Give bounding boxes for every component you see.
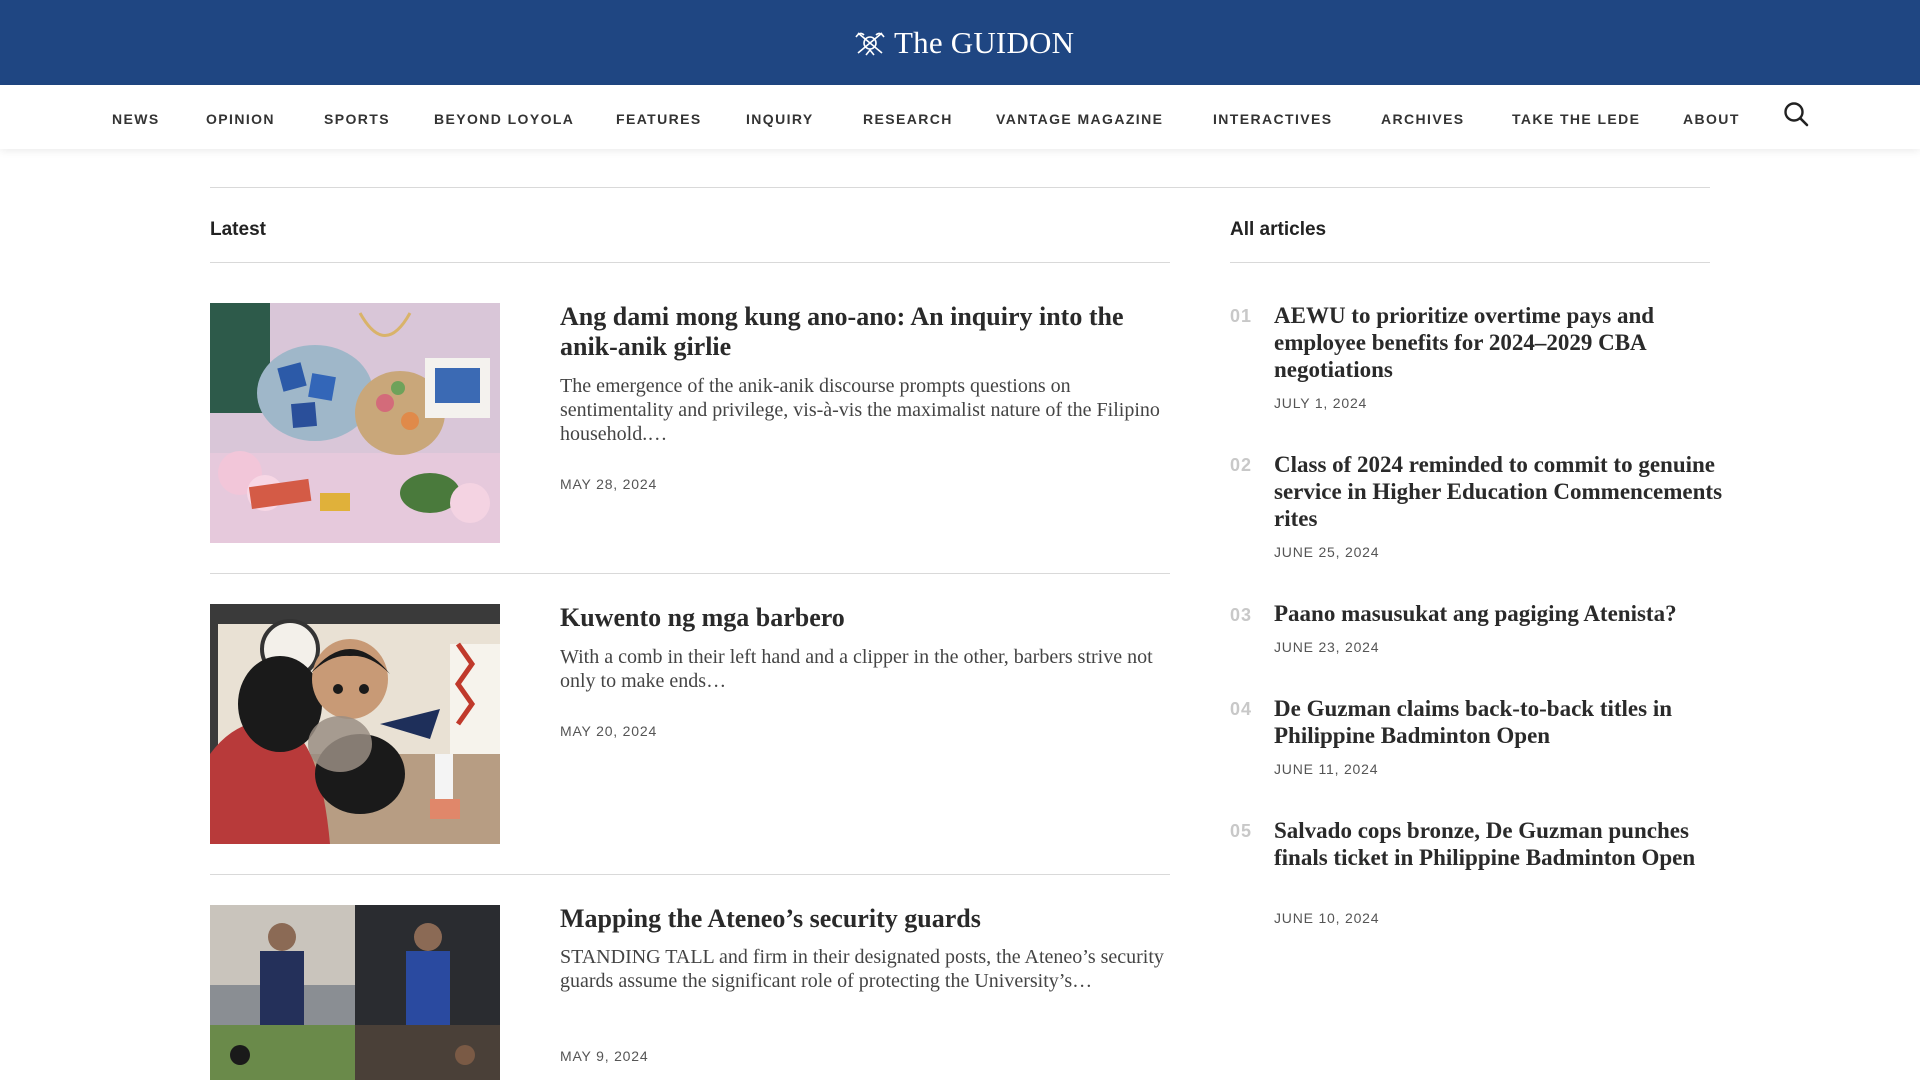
side-article-title[interactable]: Class of 2024 reminded to commit to genu… bbox=[1274, 451, 1724, 532]
article-excerpt: The emergence of the anik-anik discourse… bbox=[560, 375, 1160, 445]
crest-icon bbox=[855, 32, 885, 56]
side-article-title[interactable]: Salvado cops bronze, De Guzman punches f… bbox=[1274, 817, 1724, 871]
site-header: The GUIDON bbox=[0, 0, 1920, 85]
nav-inquiry[interactable]: INQUIRY bbox=[746, 111, 814, 127]
side-article-date: JUNE 10, 2024 bbox=[1274, 910, 1380, 926]
all-articles-heading: All articles bbox=[1230, 219, 1327, 240]
side-article-date: JUNE 25, 2024 bbox=[1274, 544, 1380, 560]
article-title[interactable]: Ang dami mong kung ano-ano: An inquiry i… bbox=[560, 302, 1170, 362]
article-title[interactable]: Mapping the Ateneo’s security guards bbox=[560, 904, 1170, 934]
side-article-title[interactable]: Paano masusukat ang pagiging Atenista? bbox=[1274, 600, 1724, 627]
nav-research[interactable]: RESEARCH bbox=[863, 111, 953, 127]
nav-about[interactable]: ABOUT bbox=[1683, 111, 1740, 127]
nav-beyond-loyola[interactable]: BEYOND LOYOLA bbox=[434, 111, 574, 127]
article-rank: 05 bbox=[1230, 821, 1253, 841]
accessories-photo bbox=[210, 303, 500, 543]
article-date: MAY 20, 2024 bbox=[560, 723, 658, 739]
nav-interactives[interactable]: INTERACTIVES bbox=[1213, 111, 1332, 127]
article-rank: 03 bbox=[1230, 605, 1253, 625]
article-thumbnail[interactable] bbox=[210, 303, 500, 543]
all-articles-heading-divider bbox=[1230, 262, 1710, 263]
nav-opinion[interactable]: OPINION bbox=[206, 111, 275, 127]
nav-archives[interactable]: ARCHIVES bbox=[1381, 111, 1465, 127]
barber-illustration bbox=[210, 604, 500, 844]
nav-features[interactable]: FEATURES bbox=[616, 111, 702, 127]
nav-vantage-magazine[interactable]: VANTAGE MAGAZINE bbox=[996, 111, 1163, 127]
top-divider bbox=[210, 187, 1710, 188]
side-article-title[interactable]: De Guzman claims back-to-back titles in … bbox=[1274, 695, 1724, 749]
article-excerpt: STANDING TALL and firm in their designat… bbox=[560, 946, 1164, 992]
side-article-title[interactable]: AEWU to prioritize overtime pays and emp… bbox=[1274, 302, 1724, 383]
article-date: MAY 28, 2024 bbox=[560, 476, 658, 492]
article-divider bbox=[210, 573, 1170, 574]
site-name: The GUIDON bbox=[894, 25, 1075, 60]
latest-heading-divider bbox=[210, 262, 1170, 263]
latest-heading: Latest bbox=[210, 219, 266, 240]
article-excerpt: With a comb in their left hand and a cli… bbox=[560, 646, 1153, 692]
main-nav: NEWS OPINION SPORTS BEYOND LOYOLA FEATUR… bbox=[0, 85, 1920, 149]
article-thumbnail[interactable] bbox=[210, 905, 500, 1080]
article-thumbnail[interactable] bbox=[210, 604, 500, 844]
nav-sports[interactable]: SPORTS bbox=[324, 111, 390, 127]
side-article-date: JUNE 23, 2024 bbox=[1274, 639, 1380, 655]
article-rank: 02 bbox=[1230, 455, 1253, 475]
side-article-date: JULY 1, 2024 bbox=[1274, 395, 1368, 411]
article-date: MAY 9, 2024 bbox=[560, 1048, 649, 1064]
nav-take-the-lede[interactable]: TAKE THE LEDE bbox=[1512, 111, 1640, 127]
search-button[interactable] bbox=[1782, 100, 1810, 128]
article-rank: 04 bbox=[1230, 699, 1253, 719]
article-title[interactable]: Kuwento ng mga barbero bbox=[560, 603, 1170, 633]
side-article-date: JUNE 11, 2024 bbox=[1274, 761, 1379, 777]
search-icon bbox=[1784, 102, 1809, 127]
nav-news[interactable]: NEWS bbox=[112, 111, 160, 127]
article-divider bbox=[210, 874, 1170, 875]
site-logo-link[interactable]: The GUIDON bbox=[852, 22, 1074, 64]
article-rank: 01 bbox=[1230, 306, 1253, 326]
security-guards-photo bbox=[210, 905, 500, 1080]
